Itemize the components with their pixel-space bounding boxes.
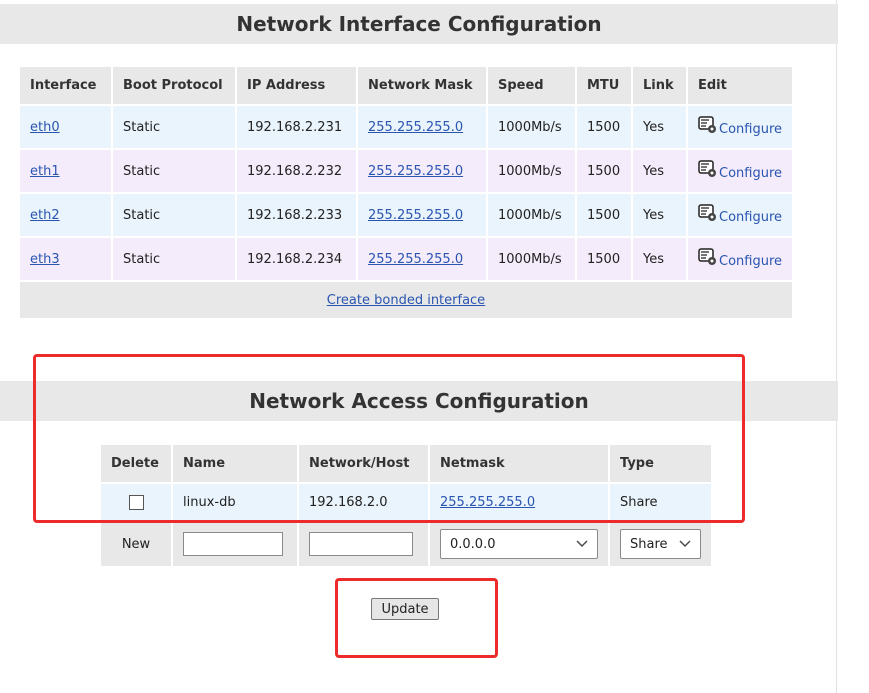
- interface-link-eth2[interactable]: eth2: [30, 208, 60, 223]
- interface-table-header: Interface Boot Protocol IP Address Netwo…: [20, 67, 792, 104]
- link-cell: Yes: [633, 150, 686, 192]
- chevron-down-icon: [576, 537, 588, 552]
- col-network-mask: Network Mask: [358, 67, 486, 104]
- col-edit: Edit: [688, 67, 792, 104]
- link-cell: Yes: [633, 106, 686, 148]
- configure-button[interactable]: Configure: [698, 248, 782, 269]
- configure-link[interactable]: Configure: [719, 210, 782, 225]
- new-network-input[interactable]: [309, 532, 413, 556]
- boot-protocol-cell: Static: [113, 106, 235, 148]
- ip-address-cell: 192.168.2.234: [237, 238, 356, 280]
- network-mask-link[interactable]: 255.255.255.0: [368, 120, 463, 135]
- chevron-down-icon: [679, 537, 691, 552]
- create-bonded-row: Create bonded interface: [20, 282, 792, 318]
- interface-table: Interface Boot Protocol IP Address Netwo…: [18, 65, 794, 320]
- type-selected-value: Share: [630, 536, 668, 552]
- network-mask-link[interactable]: 255.255.255.0: [368, 252, 463, 267]
- configure-button[interactable]: Configure: [698, 204, 782, 225]
- speed-cell: 1000Mb/s: [488, 238, 575, 280]
- interface-link-eth0[interactable]: eth0: [30, 120, 60, 135]
- configure-button[interactable]: Configure: [698, 160, 782, 181]
- col-speed: Speed: [488, 67, 575, 104]
- table-row: eth1 Static 192.168.2.232 255.255.255.0 …: [20, 150, 792, 192]
- new-netmask-select[interactable]: 0.0.0.0: [440, 529, 598, 559]
- highlight-box-access-table: [33, 354, 745, 523]
- network-mask-link[interactable]: 255.255.255.0: [368, 208, 463, 223]
- netmask-selected-value: 0.0.0.0: [450, 536, 496, 552]
- configure-icon: [698, 248, 718, 270]
- configure-icon: [698, 116, 718, 138]
- highlight-box-update-button: [335, 578, 498, 658]
- speed-cell: 1000Mb/s: [488, 194, 575, 236]
- mtu-cell: 1500: [577, 238, 631, 280]
- new-access-row: New 0.0.0.0 Share: [101, 522, 711, 566]
- boot-protocol-cell: Static: [113, 238, 235, 280]
- col-boot-protocol: Boot Protocol: [113, 67, 235, 104]
- ip-address-cell: 192.168.2.231: [237, 106, 356, 148]
- col-ip-address: IP Address: [237, 67, 356, 104]
- new-type-select[interactable]: Share: [620, 529, 701, 559]
- mtu-cell: 1500: [577, 194, 631, 236]
- configure-icon: [698, 204, 718, 226]
- new-name-input[interactable]: [183, 532, 283, 556]
- table-row: eth2 Static 192.168.2.233 255.255.255.0 …: [20, 194, 792, 236]
- col-link: Link: [633, 67, 686, 104]
- configure-button[interactable]: Configure: [698, 116, 782, 137]
- speed-cell: 1000Mb/s: [488, 150, 575, 192]
- speed-cell: 1000Mb/s: [488, 106, 575, 148]
- network-mask-link[interactable]: 255.255.255.0: [368, 164, 463, 179]
- configure-icon: [698, 160, 718, 182]
- ip-address-cell: 192.168.2.232: [237, 150, 356, 192]
- col-mtu: MTU: [577, 67, 631, 104]
- table-row: eth0 Static 192.168.2.231 255.255.255.0 …: [20, 106, 792, 148]
- interface-link-eth3[interactable]: eth3: [30, 252, 60, 267]
- link-cell: Yes: [633, 194, 686, 236]
- link-cell: Yes: [633, 238, 686, 280]
- mtu-cell: 1500: [577, 150, 631, 192]
- configure-link[interactable]: Configure: [719, 166, 782, 181]
- table-row: eth3 Static 192.168.2.234 255.255.255.0 …: [20, 238, 792, 280]
- interface-section-title: Network Interface Configuration: [0, 4, 838, 44]
- boot-protocol-cell: Static: [113, 150, 235, 192]
- new-label: New: [101, 522, 171, 566]
- col-interface: Interface: [20, 67, 111, 104]
- create-bonded-interface-link[interactable]: Create bonded interface: [327, 293, 485, 308]
- boot-protocol-cell: Static: [113, 194, 235, 236]
- configure-link[interactable]: Configure: [719, 122, 782, 137]
- mtu-cell: 1500: [577, 106, 631, 148]
- configure-link[interactable]: Configure: [719, 254, 782, 269]
- interface-link-eth1[interactable]: eth1: [30, 164, 60, 179]
- ip-address-cell: 192.168.2.233: [237, 194, 356, 236]
